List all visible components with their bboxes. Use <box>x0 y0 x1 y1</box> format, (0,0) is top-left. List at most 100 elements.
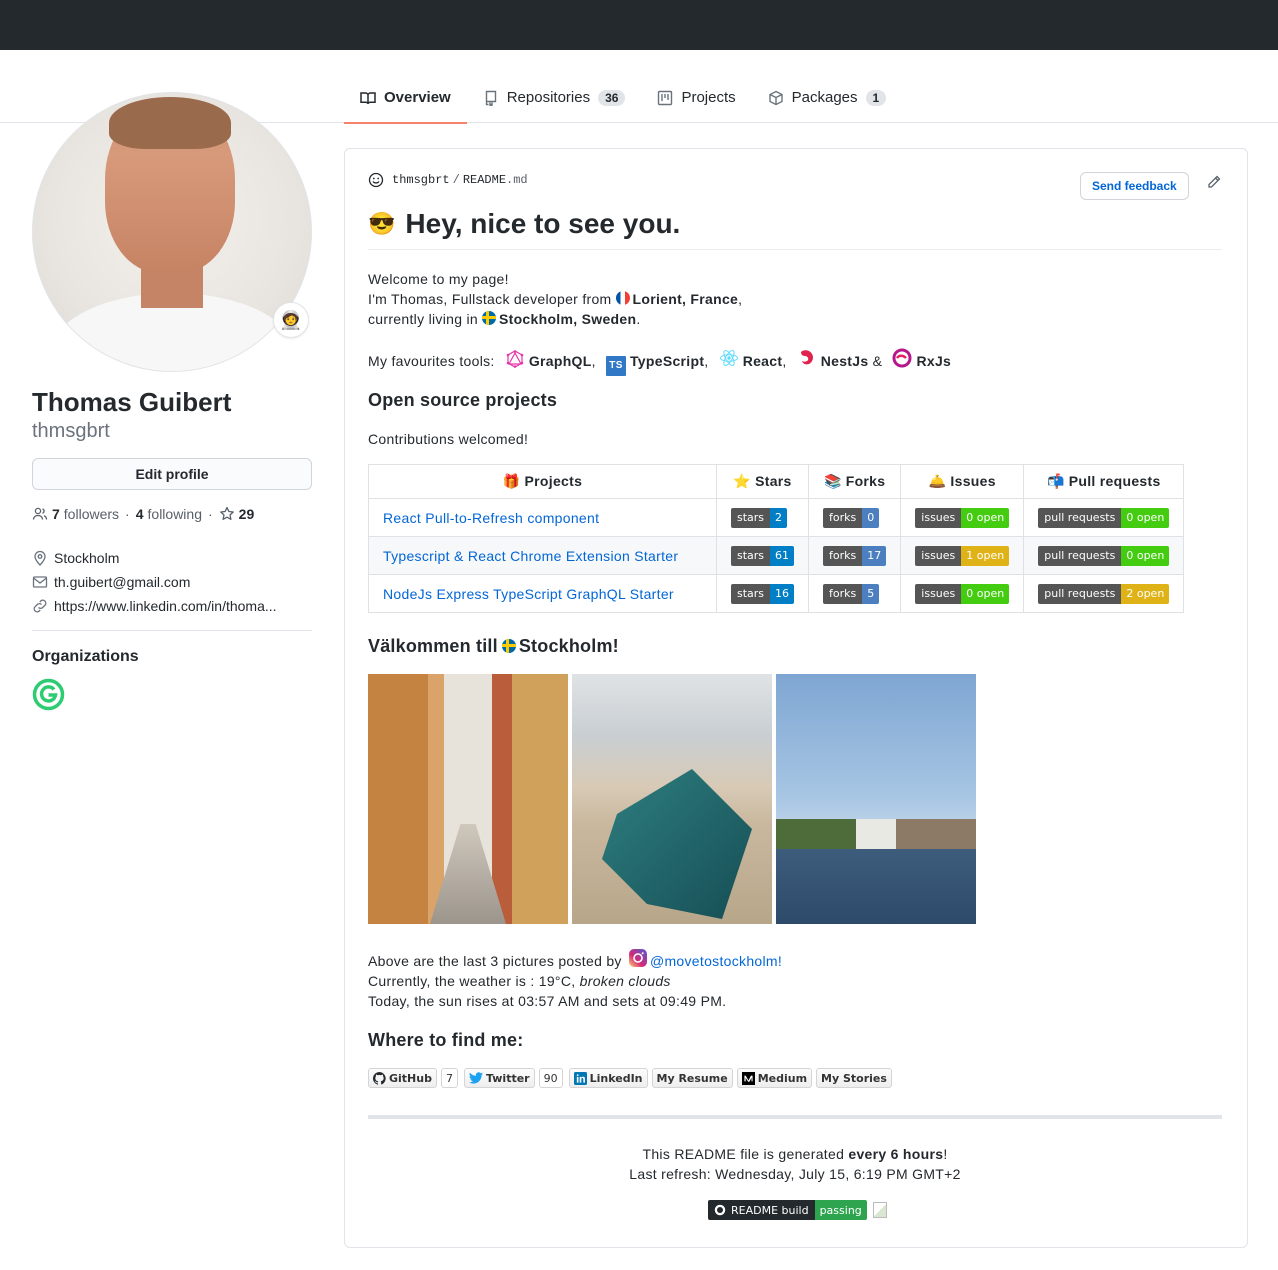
readme-heading-text: Hey, nice to see you. <box>405 208 681 239</box>
email-link[interactable]: th.guibert@gmail.com <box>54 574 190 590</box>
th-forks-label: Forks <box>845 473 886 489</box>
contrib-text: Contributions welcomed! <box>368 431 529 447</box>
typescript-icon: TS <box>605 356 626 376</box>
badge-label: issues <box>915 545 962 566</box>
issues-cell: issues 0 open <box>900 498 1025 537</box>
issues-badge[interactable]: issues 0 open <box>915 583 1010 604</box>
location-icon <box>32 550 48 566</box>
photo-museum-hall[interactable] <box>572 674 772 924</box>
stars-badge[interactable]: stars 16 <box>731 583 795 604</box>
table-header-row: 🎁 Projects ⭐ Stars 📚 Forks 🛎️ Issues 📬 Pull r… <box>368 464 1185 499</box>
repositories-count: 36 <box>598 89 626 106</box>
profile-name: Thomas Guibert <box>32 387 232 417</box>
following-count: 4 <box>135 506 144 522</box>
photo-old-town-street[interactable] <box>368 674 568 924</box>
forks-cell: forks 5 <box>808 574 902 613</box>
photo-waterfront[interactable] <box>776 674 976 924</box>
tool-rxjs: RxJs <box>916 353 952 369</box>
linkedin-badge[interactable]: LinkedIn <box>568 1068 648 1088</box>
badge-label: forks <box>823 583 863 604</box>
intro-line-2: currently living in Stockholm, Sweden. <box>368 311 641 327</box>
tool-nestjs: NestJs <box>820 353 869 369</box>
avatar-hair <box>109 97 231 149</box>
photos-caption: Above are the last 3 pictures posted by … <box>368 948 782 1011</box>
table-row: Typescript & React Chrome Extension Star… <box>368 536 1185 575</box>
sweden-flag-icon <box>501 639 516 653</box>
readme-build-badge[interactable]: README build passing <box>708 1200 867 1220</box>
gift-icon: 🎁 <box>502 473 521 489</box>
medium-badge[interactable]: Medium <box>736 1068 813 1088</box>
rxjs-icon <box>892 348 912 368</box>
location-row: Stockholm <box>32 546 277 570</box>
forks-badge[interactable]: forks 5 <box>823 583 880 604</box>
website-link[interactable]: https://www.linkedin.com/in/thoma... <box>54 598 277 614</box>
project-link[interactable]: NodeJs Express TypeScript GraphQL Starte… <box>383 586 674 602</box>
status-emoji[interactable]: 🧑‍🚀 <box>273 302 309 338</box>
tool-react: React <box>742 353 783 369</box>
github-badge[interactable]: GitHub <box>368 1068 437 1088</box>
badge-label: pull requests <box>1038 545 1122 566</box>
badge-label: issues <box>915 583 962 604</box>
badge-value: 0 open <box>1121 507 1170 528</box>
badge-value: 1 open <box>961 545 1010 566</box>
tab-overview[interactable]: Overview <box>344 72 467 124</box>
send-feedback-button[interactable]: Send feedback <box>1080 172 1189 200</box>
forks-badge[interactable]: forks 0 <box>823 507 880 528</box>
twitter-badge[interactable]: Twitter <box>463 1068 535 1088</box>
stockholm-title: Välkommen till Stockholm! <box>368 636 619 657</box>
project-link[interactable]: Typescript & React Chrome Extension Star… <box>383 548 678 564</box>
instagram-icon <box>628 948 648 968</box>
stars-link[interactable]: 29 <box>219 506 259 522</box>
prs-badge[interactable]: pull requests 0 open <box>1038 545 1170 566</box>
organization-logo-icon[interactable] <box>32 678 65 711</box>
tab-repositories[interactable]: Repositories 36 <box>467 72 642 123</box>
avatar[interactable] <box>32 92 312 372</box>
mail-icon <box>32 574 48 590</box>
pencil-icon[interactable] <box>1206 174 1222 190</box>
prs-cell: pull requests 0 open <box>1023 536 1185 575</box>
last-refresh: Last refresh: Wednesday, July 15, 6:19 P… <box>629 1166 961 1182</box>
vcard-details: Stockholm th.guibert@gmail.com https://w… <box>32 546 277 618</box>
readme-path: thmsgbrt / README .md <box>368 172 528 188</box>
issues-badge[interactable]: issues 1 open <box>915 545 1010 566</box>
badge-value: 16 <box>770 583 795 604</box>
edit-profile-button[interactable]: Edit profile <box>32 458 312 490</box>
build-status-value: passing <box>814 1200 867 1220</box>
table-row: NodeJs Express TypeScript GraphQL Starte… <box>368 574 1185 613</box>
following-link[interactable]: 4 following <box>136 506 202 522</box>
sunglasses-emoji-icon: 😎 <box>368 211 396 236</box>
github-actions-icon <box>714 1204 726 1216</box>
badge-label: README build <box>708 1200 815 1220</box>
build-label: README build <box>731 1203 809 1217</box>
forks-badge[interactable]: forks 17 <box>823 545 887 566</box>
issues-badge[interactable]: issues 0 open <box>915 507 1010 528</box>
intro-place-1: Lorient, France <box>632 291 739 307</box>
tool-graphql: GraphQL <box>528 353 592 369</box>
resume-badge-label: My Resume <box>656 1071 728 1085</box>
project-icon <box>657 90 673 106</box>
global-header <box>0 0 1278 50</box>
stars-badge[interactable]: stars 2 <box>731 507 788 528</box>
shoreline-shape <box>776 819 976 849</box>
generated-bold: every 6 hours <box>848 1146 944 1162</box>
prs-badge[interactable]: pull requests 2 open <box>1038 583 1170 604</box>
github-count: 7 <box>440 1068 458 1088</box>
badge-label: stars <box>731 507 771 528</box>
followers-link[interactable]: 7 followers <box>32 506 119 522</box>
prs-badge[interactable]: pull requests 0 open <box>1038 507 1170 528</box>
instagram-link[interactable]: @movetostockholm! <box>650 953 782 969</box>
follow-stats: 7 followers · 4 following · 29 <box>32 506 258 522</box>
stories-badge[interactable]: My Stories <box>816 1068 892 1088</box>
project-link[interactable]: React Pull-to-Refresh component <box>383 510 599 526</box>
stars-badge[interactable]: stars 61 <box>731 545 795 566</box>
medium-icon <box>741 1071 755 1085</box>
project-cell: Typescript & React Chrome Extension Star… <box>368 536 717 575</box>
readme-path-user[interactable]: thmsgbrt <box>392 173 450 187</box>
resume-badge[interactable]: My Resume <box>651 1068 733 1088</box>
projects-table: 🎁 Projects ⭐ Stars 📚 Forks 🛎️ Issues 📬 Pull r… <box>368 464 1185 613</box>
tab-packages[interactable]: Packages 1 <box>752 72 903 123</box>
tab-projects[interactable]: Projects <box>641 72 751 123</box>
weather-desc: broken clouds <box>579 973 671 989</box>
badge-value: 2 open <box>1121 583 1170 604</box>
profile-login: thmsgbrt <box>32 420 110 442</box>
